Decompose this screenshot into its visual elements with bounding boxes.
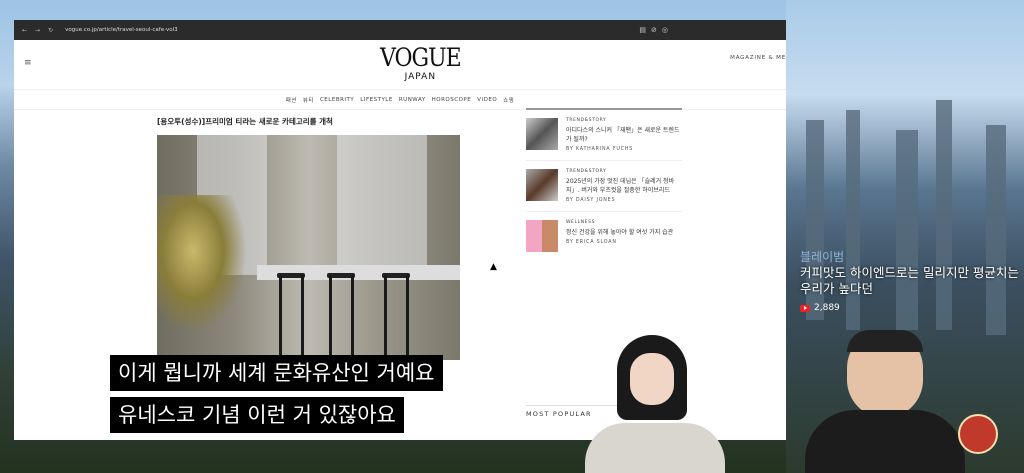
- nav-item[interactable]: HOROSCOPE: [432, 97, 472, 103]
- back-icon[interactable]: ←: [22, 27, 27, 34]
- subtitle-line-1: 이게 뭡니까 세계 문화유산인 거예요: [110, 355, 443, 391]
- vogue-logo[interactable]: VOGUE JAPAN: [380, 44, 462, 82]
- main-nav: 패션 뷰티 CELEBRITY LIFESTYLE RUNWAY HOROSCO…: [14, 90, 786, 110]
- site-header: ≡ VOGUE JAPAN MAGAZINE & ME: [14, 40, 786, 90]
- extension-icon[interactable]: ◎: [662, 26, 668, 34]
- youtube-icon: [800, 304, 810, 312]
- reload-icon[interactable]: ↻: [48, 27, 53, 34]
- nav-item[interactable]: RUNWAY: [399, 97, 426, 103]
- nav-item[interactable]: CELEBRITY: [320, 97, 354, 103]
- address-bar[interactable]: vogue.co.jp/article/travel-seoul-cafe-vo…: [65, 27, 178, 33]
- nav-item[interactable]: VIDEO: [477, 97, 497, 103]
- article-photo: [157, 135, 460, 360]
- forward-icon[interactable]: →: [35, 27, 40, 34]
- tracking-icon[interactable]: ⊘: [651, 26, 657, 34]
- channel-logo: [958, 414, 998, 454]
- nav-item[interactable]: 쇼핑: [503, 96, 514, 104]
- subtitle-line-2: 유네스코 기념 이런 거 있잖아요: [110, 397, 404, 433]
- article-card[interactable]: WELLNESS 정신 건강을 위해 놓아야 할 여섯 가지 습관 BY ERI…: [526, 220, 682, 260]
- article-card[interactable]: TREND&STORY 아디다스의 스니커 「재팬」은 새로운 트렌드가 될까?…: [526, 118, 682, 161]
- nav-item[interactable]: LIFESTYLE: [360, 97, 393, 103]
- channel-overlay: 블레이범 커피맛도 하이엔드로는 밀리지만 평균치는 우리가 높다던 2,889: [800, 250, 1019, 313]
- article-thumbnail: [526, 220, 558, 252]
- nav-item[interactable]: 뷰티: [303, 96, 314, 104]
- host-man: [805, 330, 965, 473]
- article-thumbnail: [526, 169, 558, 201]
- mouse-cursor-icon: ▲: [490, 262, 497, 272]
- article-card[interactable]: TREND&STORY 2025년의 가장 멋진 데님은 「슬레거 청바지」. …: [526, 169, 682, 212]
- article-subheading: [용오투(성수)]프리미엄 티라는 새로운 카테고리를 개척: [157, 117, 333, 126]
- magazine-link[interactable]: MAGAZINE & ME: [730, 55, 786, 61]
- hamburger-menu-icon[interactable]: ≡: [24, 58, 32, 68]
- host-woman: [585, 335, 725, 473]
- translate-icon[interactable]: ▤: [639, 26, 646, 34]
- article-thumbnail: [526, 118, 558, 150]
- nav-item[interactable]: 패션: [286, 96, 297, 104]
- related-articles: TREND&STORY 아디다스의 스니커 「재팬」은 새로운 트렌드가 될까?…: [526, 108, 682, 268]
- browser-toolbar: ← → ↻ vogue.co.jp/article/travel-seoul-c…: [14, 20, 786, 40]
